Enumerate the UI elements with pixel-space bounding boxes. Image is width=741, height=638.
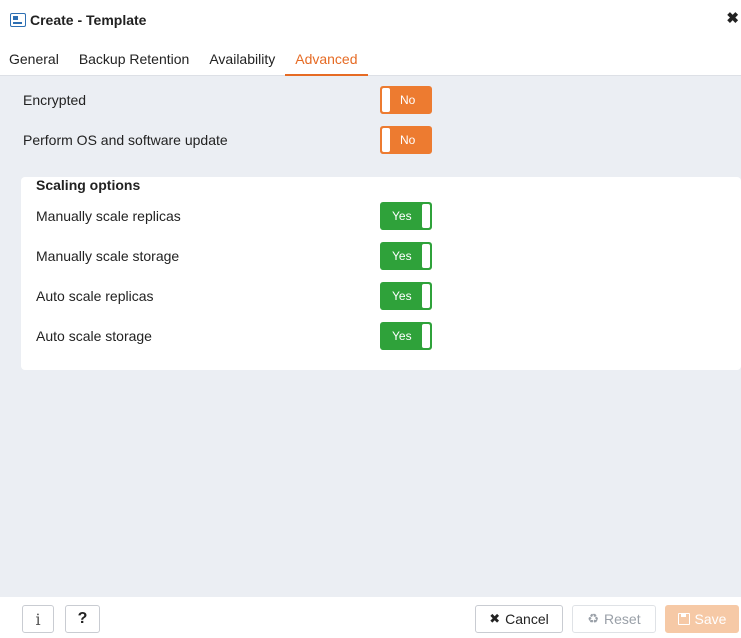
recycle-icon: ♻ [587,611,600,626]
toggle-knob [382,88,390,112]
toggle-value: Yes [392,329,412,343]
tab-bar: General Backup Retention Availability Ad… [0,40,741,76]
cancel-label: Cancel [505,611,549,627]
toggle-value: No [400,133,416,147]
tab-backup-retention[interactable]: Backup Retention [69,40,200,76]
template-icon [10,13,26,27]
info-icon: i [35,609,41,629]
help-button[interactable]: ? [65,605,100,633]
scaling-options-title: Scaling options [36,177,141,193]
manual-scale-replicas-row: Manually scale replicas Yes [21,202,741,232]
advanced-panel: Encrypted No Perform OS and software upd… [0,76,741,597]
save-label: Save [694,611,727,627]
auto-scale-replicas-label: Auto scale replicas [36,288,154,304]
manual-scale-replicas-toggle[interactable]: Yes [380,202,432,230]
os-update-label: Perform OS and software update [23,132,228,148]
x-icon: ✖ [489,611,501,626]
auto-scale-replicas-toggle[interactable]: Yes [380,282,432,310]
toggle-knob [422,204,430,228]
info-button[interactable]: i [22,605,54,633]
manual-scale-storage-row: Manually scale storage Yes [21,242,741,272]
tab-advanced[interactable]: Advanced [285,40,368,76]
reset-button[interactable]: ♻ Reset [572,605,656,633]
auto-scale-storage-row: Auto scale storage Yes [21,322,741,352]
toggle-value: Yes [392,209,412,223]
floppy-disk-icon [677,613,690,625]
help-icon: ? [77,610,88,627]
dialog-title: Create - Template [30,12,147,28]
manual-scale-storage-toggle[interactable]: Yes [380,242,432,270]
cancel-button[interactable]: ✖ Cancel [475,605,563,633]
reset-label: Reset [604,611,641,627]
toggle-knob [422,284,430,308]
auto-scale-storage-toggle[interactable]: Yes [380,322,432,350]
encrypted-toggle[interactable]: No [380,86,432,114]
toggle-knob [382,128,390,152]
dialog-footer: i ? ✖ Cancel ♻ Reset Save [0,597,741,638]
manual-scale-storage-label: Manually scale storage [36,248,180,264]
toggle-value: No [400,93,416,107]
encrypted-row: Encrypted No [0,86,741,116]
toggle-value: Yes [392,249,412,263]
os-update-row: Perform OS and software update No [0,126,741,156]
tab-availability[interactable]: Availability [199,40,285,76]
save-button[interactable]: Save [665,605,739,633]
auto-scale-replicas-row: Auto scale replicas Yes [21,282,741,312]
toggle-value: Yes [392,289,412,303]
manual-scale-replicas-label: Manually scale replicas [36,208,181,224]
auto-scale-storage-label: Auto scale storage [36,328,152,344]
tab-general[interactable]: General [0,40,69,76]
os-update-toggle[interactable]: No [380,126,432,154]
encrypted-label: Encrypted [23,92,87,108]
close-icon[interactable]: ✖ [726,11,739,27]
dialog-titlebar: Create - Template ✖ [0,0,741,40]
toggle-knob [422,244,430,268]
toggle-knob [422,324,430,348]
scaling-options-group: Scaling options Manually scale replicas … [21,177,741,370]
